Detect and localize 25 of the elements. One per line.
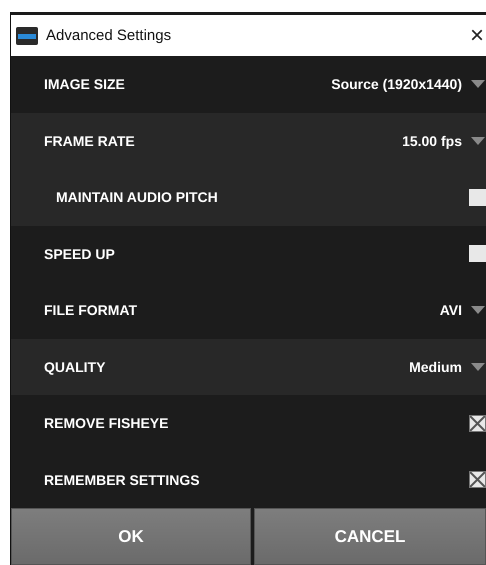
dropdown[interactable]: Medium xyxy=(409,358,486,375)
caret-icon xyxy=(471,136,485,145)
caret-icon xyxy=(471,362,485,371)
setting-label: QUALITY xyxy=(44,358,106,375)
setting-label: SPEED UP xyxy=(44,246,116,262)
caret-icon xyxy=(471,306,485,314)
setting-label: REMOVE FISHEYE xyxy=(44,415,170,432)
checkbox[interactable] xyxy=(469,414,486,432)
caret-icon xyxy=(471,80,485,88)
setting-label: FRAME RATE xyxy=(44,132,136,149)
dropdown[interactable]: 15.00 fps xyxy=(402,132,486,149)
checkbox[interactable] xyxy=(469,188,486,206)
dropdown[interactable]: Source (1920x1440) xyxy=(331,76,486,92)
app-logo-icon xyxy=(16,26,38,44)
cancel-button[interactable]: CANCEL xyxy=(254,508,486,565)
checkbox[interactable] xyxy=(469,471,486,488)
checkbox[interactable] xyxy=(469,245,486,262)
dropdown[interactable]: AVI xyxy=(440,302,486,318)
window-title: Advanced Settings xyxy=(46,27,172,44)
ok-button[interactable]: OK xyxy=(11,508,251,565)
close-button[interactable]: × xyxy=(468,24,486,48)
setting-label: MAINTAIN AUDIO PITCH xyxy=(56,189,219,206)
setting-label: REMEMBER SETTINGS xyxy=(44,472,201,488)
setting-label: FILE FORMAT xyxy=(44,302,138,318)
setting-label: IMAGE SIZE xyxy=(44,76,126,92)
